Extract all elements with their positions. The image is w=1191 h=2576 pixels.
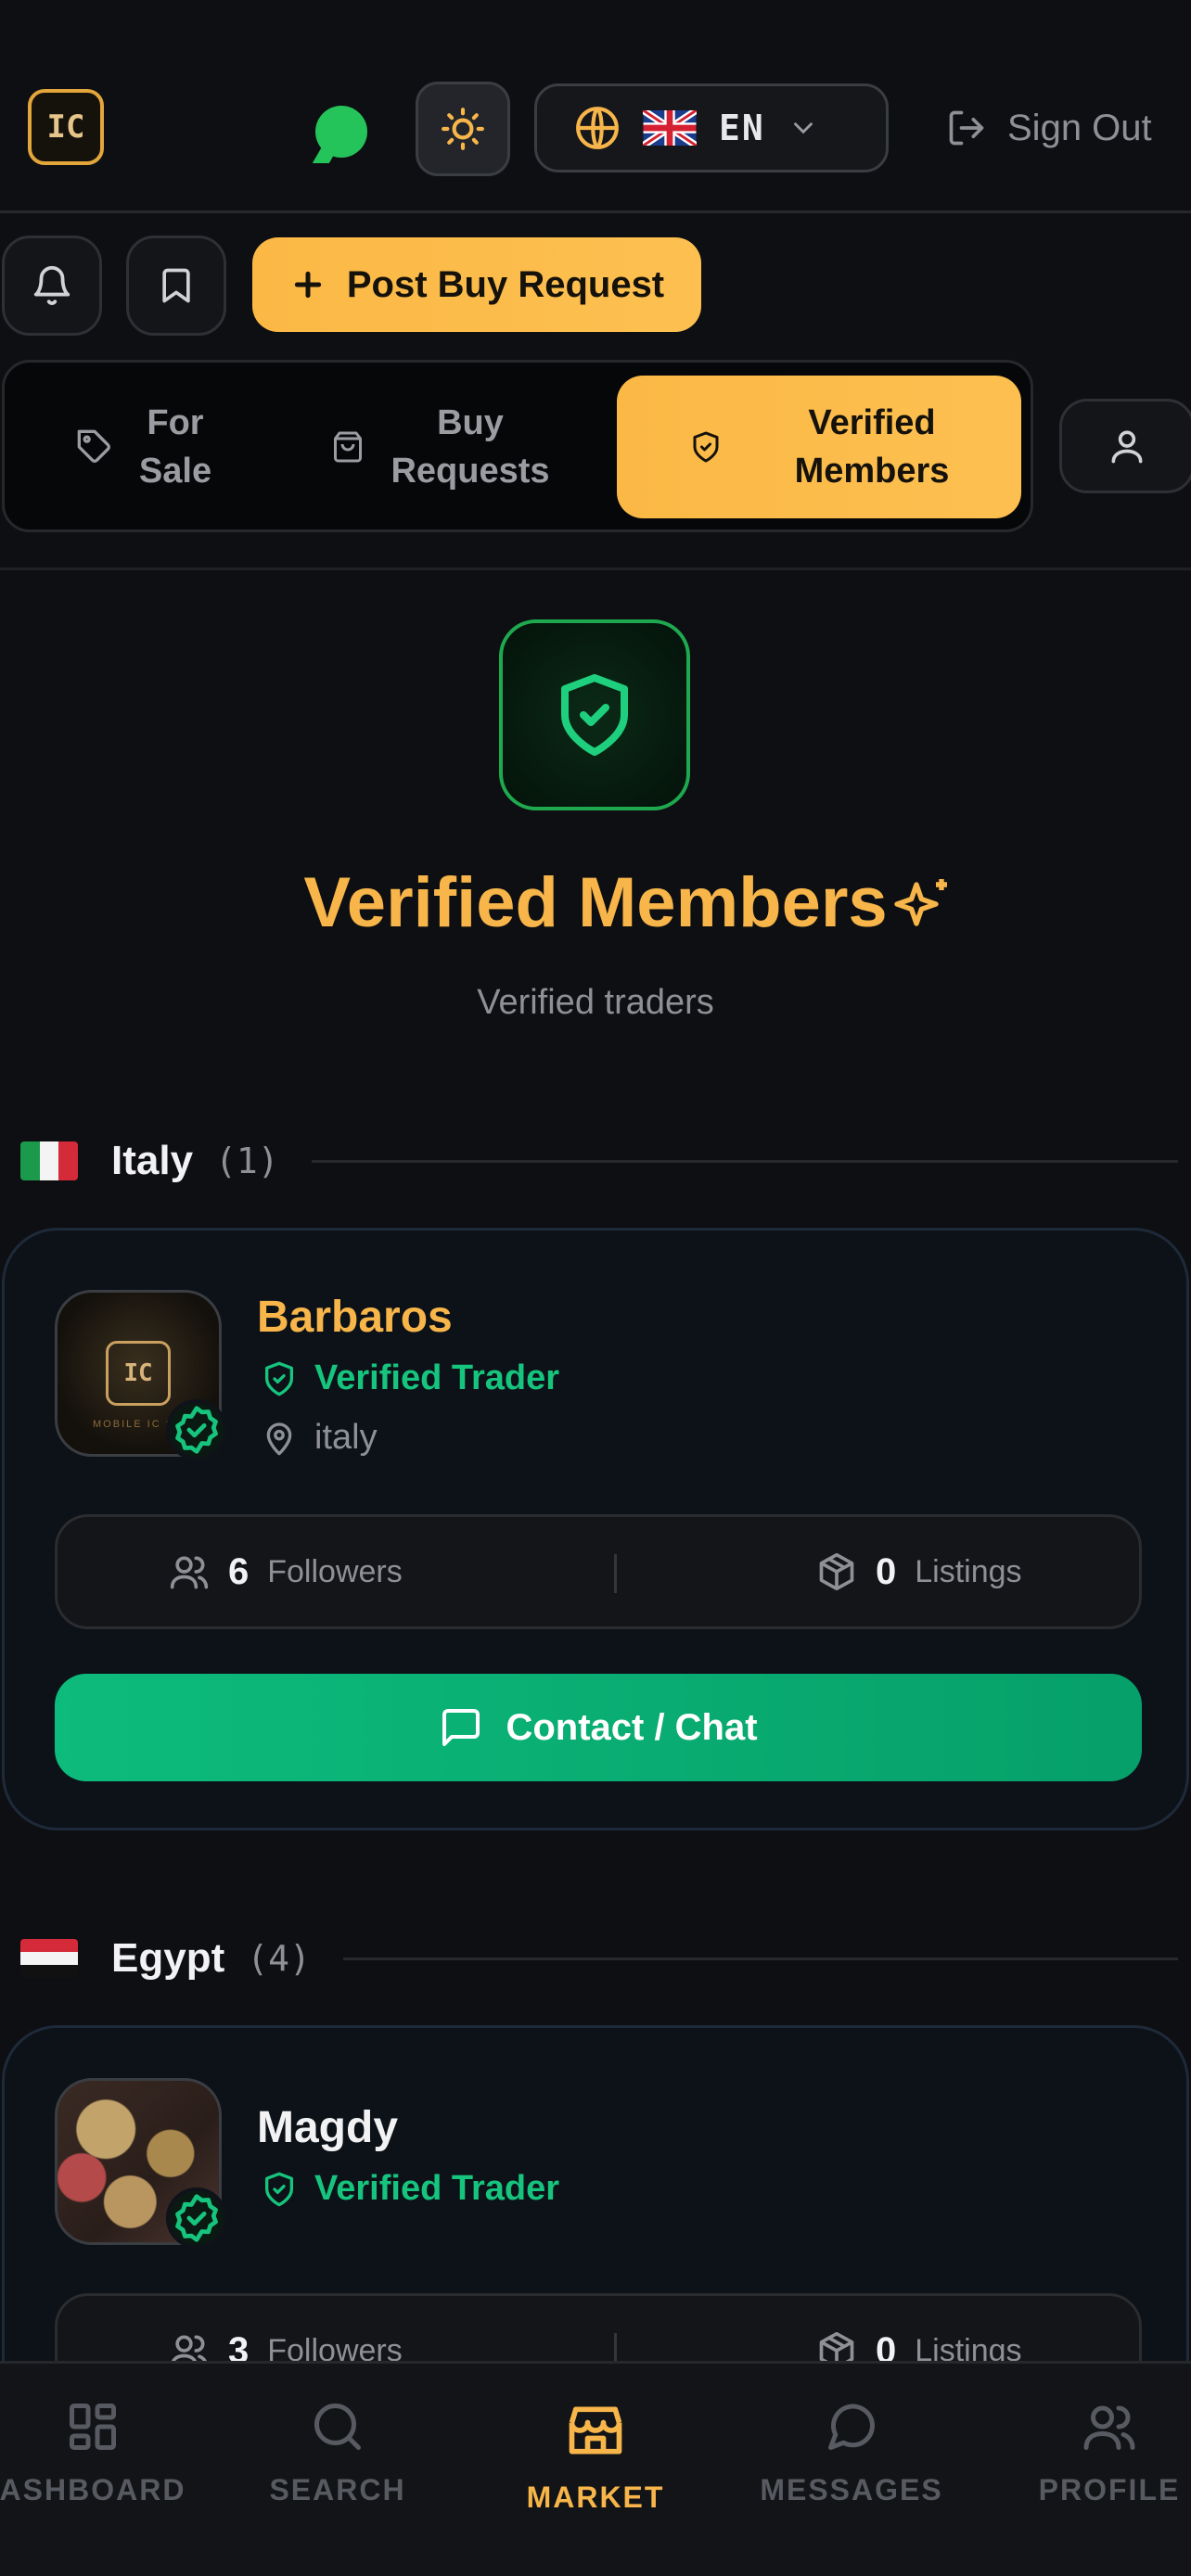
sign-out-label: Sign Out (1007, 107, 1152, 148)
nav-messages-label: MESSAGES (760, 2473, 943, 2506)
nav-profile[interactable]: PROFILE (1007, 2399, 1191, 2547)
member-name[interactable]: Barbaros (257, 1292, 453, 1343)
nav-messages[interactable]: MESSAGES (749, 2399, 954, 2547)
nav-dashboard-label: ASHBOARD (0, 2473, 186, 2506)
shopping-bag-icon (334, 431, 363, 463)
nav-market[interactable]: MARKET (493, 2399, 698, 2547)
tab-for-sale[interactable]: For Sale (23, 376, 264, 518)
contact-chat-label: Contact / Chat (506, 1706, 758, 1748)
globe-icon (576, 107, 619, 149)
avatar-logo: IC (106, 1341, 171, 1406)
country-count: (1) (215, 1141, 279, 1181)
sun-icon (442, 108, 484, 150)
member-location: italy (261, 1418, 378, 1458)
country-divider (343, 1958, 1178, 1960)
sign-out-button[interactable]: Sign Out (946, 100, 1152, 156)
shield-check-icon (561, 674, 628, 756)
market-tabs: For Sale Buy Requests Verified Members (2, 360, 1033, 532)
nav-market-label: MARKET (526, 2480, 665, 2514)
nav-search-label: SEARCH (269, 2473, 406, 2506)
country-name: Egypt (111, 1935, 225, 1981)
verified-trader-badge: Verified Trader (261, 2169, 559, 2209)
logout-icon (949, 110, 984, 146)
map-pin-icon (266, 1422, 292, 1455)
whatsapp-icon[interactable] (315, 106, 367, 158)
stats-divider (614, 1554, 617, 1593)
app-logo[interactable]: IC (28, 89, 104, 165)
nav-profile-label: PROFILE (1038, 2473, 1181, 2506)
country-header-italy: Italy (1) (20, 1133, 279, 1189)
verified-check-badge (166, 2187, 227, 2249)
country-name: Italy (111, 1138, 194, 1183)
post-buy-request-label: Post Buy Request (346, 263, 665, 305)
message-square-icon (442, 1709, 480, 1746)
location-label: italy (314, 1418, 378, 1457)
verified-trader-label: Verified Trader (314, 1358, 560, 1397)
theme-toggle-button[interactable] (416, 82, 510, 176)
followers-label: Followers (267, 1553, 403, 1589)
users-icon (1083, 2405, 1135, 2450)
member-name[interactable]: Magdy (257, 2102, 398, 2153)
top-bar: IC EN Sign Out (0, 0, 1191, 213)
check-badge-icon (175, 1406, 218, 1454)
saved-button[interactable] (126, 236, 226, 336)
followers-count: 6 (228, 1550, 250, 1592)
post-buy-request-button[interactable]: Post Buy Request (252, 237, 701, 332)
uk-flag-icon (643, 110, 697, 146)
followers-stat: 6 Followers (169, 1517, 403, 1626)
search-icon (314, 2404, 361, 2450)
member-card: IC MOBILE IC SH Barbaros Verified Trader… (2, 1228, 1189, 1830)
listings-stat: 0 Listings (816, 1517, 1022, 1626)
users-icon (170, 1556, 209, 1589)
shield-check-icon (265, 2172, 293, 2206)
notifications-button[interactable] (2, 236, 102, 336)
language-code: EN (719, 108, 765, 148)
shield-check-icon (265, 1361, 293, 1396)
tab-verified-members[interactable]: Verified Members (617, 376, 1021, 518)
verified-trader-label: Verified Trader (314, 2169, 560, 2208)
egypt-flag-icon (20, 1939, 78, 1978)
tag-icon (77, 429, 110, 463)
tab-verified-members-label: Verified Members (794, 403, 950, 491)
contact-chat-button[interactable]: Contact / Chat (55, 1674, 1142, 1781)
section-divider (0, 567, 1191, 570)
shield-check-icon (693, 431, 719, 463)
account-button[interactable] (1059, 399, 1191, 493)
tab-for-sale-label: For Sale (138, 403, 212, 491)
bottom-navigation: ASHBOARD SEARCH MARKET MESSAGES PROFILE (0, 2361, 1191, 2576)
language-selector[interactable]: EN (534, 83, 889, 172)
grid-icon (70, 2404, 116, 2450)
logo-text: IC (46, 108, 85, 146)
verified-shield-badge (499, 619, 690, 810)
country-count: (4) (247, 1938, 311, 1979)
listings-label: Listings (915, 1553, 1022, 1589)
plus-icon (294, 271, 322, 299)
country-divider (312, 1160, 1178, 1163)
chat-bubble-icon (828, 2404, 876, 2450)
italy-flag-icon (20, 1141, 78, 1180)
page-subtitle: Verified traders (477, 983, 714, 1022)
nav-dashboard[interactable]: ASHBOARD (0, 2399, 195, 2547)
page-title: Verified Members (303, 863, 888, 942)
nav-search[interactable]: SEARCH (236, 2399, 440, 2547)
country-header-egypt: Egypt (4) (20, 1931, 311, 1986)
check-badge-icon (175, 2194, 218, 2242)
sparkles-icon (894, 879, 947, 926)
package-icon (819, 1552, 854, 1591)
tab-buy-requests[interactable]: Buy Requests (292, 376, 589, 518)
member-stats: 6 Followers 0 Listings (55, 1514, 1142, 1629)
bookmark-icon (162, 268, 190, 303)
verified-check-badge (166, 1399, 227, 1460)
tab-buy-requests-label: Buy Requests (391, 403, 550, 491)
verified-trader-badge: Verified Trader (261, 1358, 559, 1398)
store-icon (569, 2406, 622, 2455)
listings-count: 0 (876, 1550, 897, 1592)
chevron-down-icon (793, 122, 813, 134)
bell-icon (33, 266, 70, 305)
user-icon (1111, 430, 1143, 464)
